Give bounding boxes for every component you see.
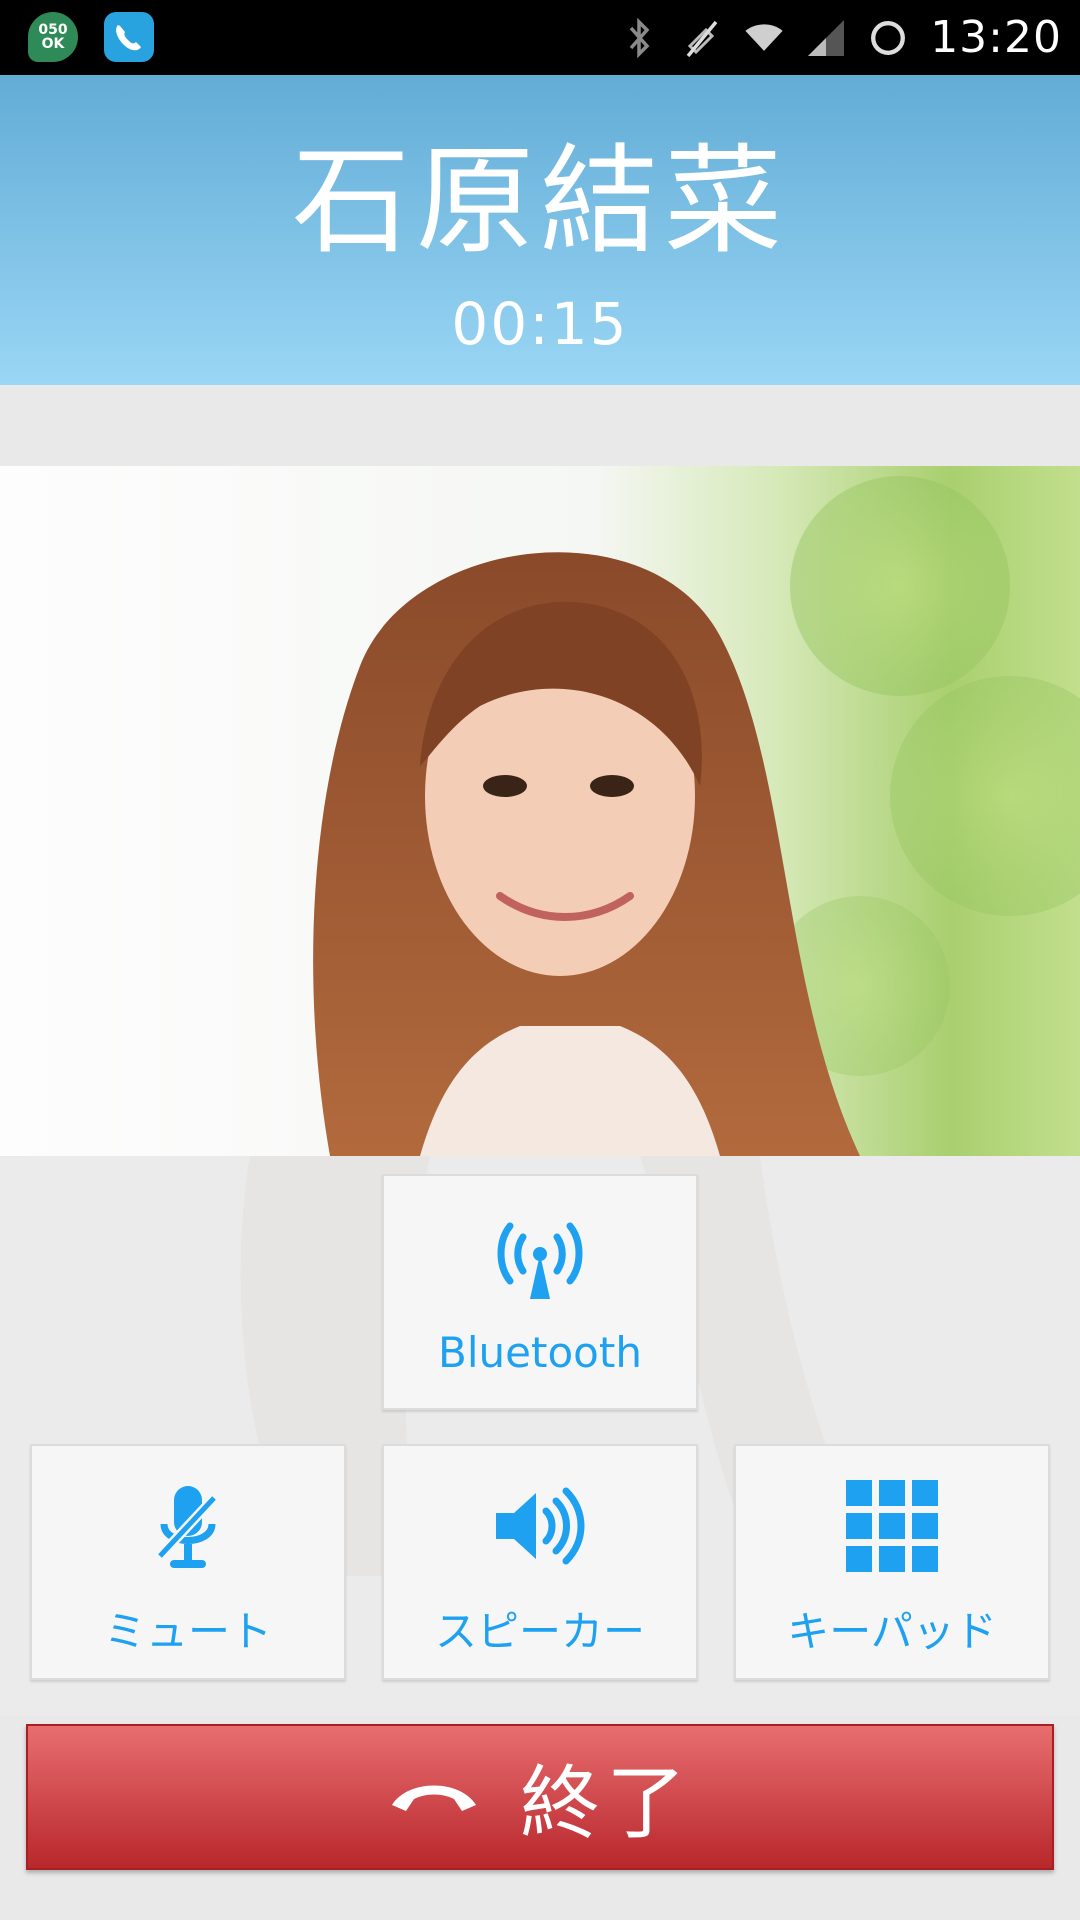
keypad-label: キーパッド bbox=[787, 1607, 997, 1656]
ok-icon-text: 050 bbox=[38, 22, 68, 38]
bluetooth-button[interactable]: Bluetooth bbox=[382, 1174, 698, 1410]
status-time: 13:20 bbox=[930, 12, 1062, 63]
contact-photo bbox=[0, 466, 1080, 1156]
vibrate-mute-icon bbox=[682, 16, 722, 60]
speaker-icon bbox=[490, 1476, 590, 1576]
end-call-label: 終了 bbox=[520, 1757, 692, 1850]
bluetooth-label: Bluetooth bbox=[438, 1328, 642, 1377]
mute-button[interactable]: ミュート bbox=[30, 1444, 346, 1680]
sync-circle-icon bbox=[868, 16, 908, 60]
end-call-button[interactable]: 終了 bbox=[26, 1724, 1054, 1870]
050-phone-app-icon bbox=[104, 12, 154, 62]
speaker-label: スピーカー bbox=[434, 1607, 645, 1656]
wifi-icon bbox=[744, 16, 784, 60]
cell-signal-icon bbox=[806, 16, 846, 60]
bluetooth-broadcast-icon bbox=[490, 1206, 590, 1306]
050-ok-app-icon: 050 OK bbox=[28, 12, 78, 62]
keypad-button[interactable]: キーパッド bbox=[734, 1444, 1050, 1680]
call-duration: 00:15 bbox=[451, 290, 629, 358]
mic-off-icon bbox=[138, 1476, 238, 1576]
ok-icon-sub: OK bbox=[41, 36, 65, 52]
status-bar: 050 OK 13:20 bbox=[0, 0, 1080, 75]
hang-up-phone-icon bbox=[388, 1775, 480, 1819]
mute-label: ミュート bbox=[103, 1607, 272, 1656]
keypad-grid-icon bbox=[842, 1476, 942, 1576]
caller-name: 石原結菜 bbox=[291, 132, 788, 270]
bluetooth-status-icon bbox=[620, 16, 660, 60]
caller-header: 石原結菜 00:15 bbox=[0, 75, 1080, 385]
speaker-button[interactable]: スピーカー bbox=[382, 1444, 698, 1680]
